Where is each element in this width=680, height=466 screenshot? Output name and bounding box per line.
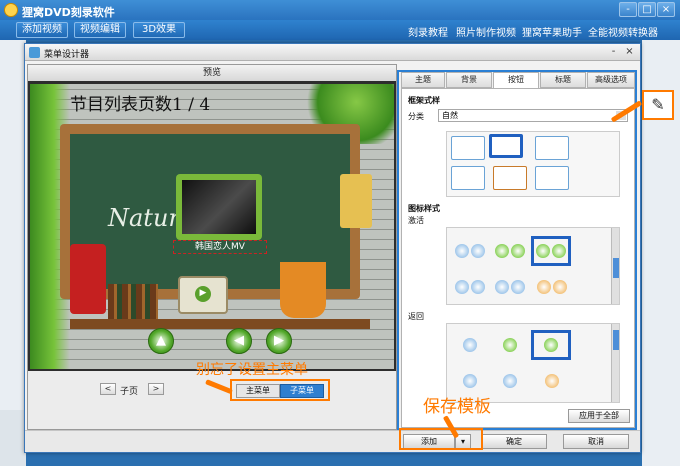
frame-thumb[interactable] [493, 166, 527, 190]
left-arrow-icon[interactable]: ◀ [226, 328, 252, 354]
home-icon[interactable]: ▲ [148, 328, 174, 354]
link-apple-helper[interactable]: 狸窝苹果助手 [522, 24, 582, 39]
icon-option-selected[interactable] [531, 236, 571, 266]
next-page-button[interactable]: > [148, 383, 164, 395]
tab-buttons[interactable]: 按钮 [493, 72, 539, 89]
telephone-decoration [70, 244, 106, 314]
close-button[interactable]: × [657, 2, 675, 17]
activate-scrollbar[interactable] [611, 228, 619, 304]
frame-style-heading: 框架式样 [408, 96, 440, 105]
category-select[interactable]: 自然 ▼ [438, 109, 628, 122]
tab-advanced[interactable]: 高级选项 [587, 72, 635, 88]
edit-video-button[interactable]: 视频编辑 [74, 22, 126, 38]
flower-pot-decoration [280, 262, 326, 318]
activate-icon-grid[interactable] [446, 227, 620, 305]
icon-option[interactable] [493, 240, 527, 262]
frame-thumb-selected[interactable] [489, 134, 523, 158]
shelf-decoration [70, 319, 370, 329]
app-title: 狸窝DVD刻录软件 [22, 6, 115, 19]
frame-thumb[interactable] [535, 136, 569, 160]
icon-option[interactable] [535, 370, 569, 392]
books-decoration [108, 284, 158, 324]
page-label: 子页 [120, 387, 139, 397]
link-photo-video[interactable]: 照片制作视频 [456, 24, 516, 39]
link-video-converter[interactable]: 全能视频转换器 [588, 24, 658, 39]
dialog-title: 菜单设计器 [44, 50, 90, 60]
category-label: 分类 [408, 112, 424, 121]
clock-decoration [340, 174, 372, 228]
3d-effect-button[interactable]: 3D效果 [133, 22, 185, 38]
cancel-button[interactable]: 取消 [563, 434, 629, 449]
tab-background[interactable]: 背景 [446, 72, 492, 88]
return-scrollbar[interactable] [611, 324, 619, 402]
dialog-minimize-button[interactable]: - [607, 46, 620, 59]
button-settings-pane: 主题 背景 按钮 标题 高级选项 框架式样 分类 自然 ▼ 图标样式 激活 [397, 70, 637, 430]
menu-page-count[interactable]: 节目列表页数1 / 4 [70, 90, 210, 115]
video-item-label[interactable]: 韩国恋人MV [173, 240, 267, 254]
play-icon[interactable]: ▶ [195, 286, 211, 302]
icon-option[interactable] [535, 276, 569, 298]
preview-pane: 预览 节目列表页数1 / 4 Nature 韩国恋人MV ▶ ▲ ◀ ▶ 别忘了… [27, 64, 397, 430]
sub-menu-tab[interactable]: 子菜单 [280, 384, 324, 398]
icon-option[interactable] [493, 276, 527, 298]
return-icon-grid[interactable] [446, 323, 620, 403]
menu-preview-canvas[interactable]: 节目列表页数1 / 4 Nature 韩国恋人MV ▶ ▲ ◀ ▶ [30, 84, 394, 369]
menu-switch-highlight: 主菜单 子菜单 [230, 379, 330, 401]
app-icon [4, 3, 18, 17]
category-value: 自然 [442, 111, 458, 120]
apply-all-button[interactable]: 应用于全部 [568, 409, 630, 423]
tab-theme[interactable]: 主题 [401, 72, 445, 88]
icon-style-heading: 图标样式 [408, 204, 440, 213]
frame-thumb[interactable] [535, 166, 569, 190]
preview-pager: 别忘了设置主菜单 < 子页 > 主菜单 子菜单 [28, 362, 396, 429]
title-bar: 狸窝DVD刻录软件 - □ × [0, 0, 680, 20]
icon-option[interactable] [453, 240, 487, 262]
icon-option[interactable] [453, 334, 487, 356]
menu-designer-dialog: 菜单设计器 - × 预览 节目列表页数1 / 4 Nature 韩国恋人MV ▶… [24, 43, 641, 453]
edit-icon[interactable]: ✎ [642, 90, 674, 120]
background-bottom-bar [0, 410, 26, 466]
frame-style-grid [446, 131, 620, 197]
tab-title[interactable]: 标题 [540, 72, 586, 88]
dialog-footer: 添加 ▾ 确定 取消 [25, 430, 640, 452]
icon-option[interactable] [493, 334, 527, 356]
maximize-button[interactable]: □ [638, 2, 656, 17]
dialog-close-button[interactable]: × [623, 46, 636, 59]
dialog-icon [29, 47, 40, 58]
settings-tabs: 主题 背景 按钮 标题 高级选项 [401, 72, 637, 89]
preview-header: 预览 [28, 65, 396, 81]
scrollbar-thumb[interactable] [613, 258, 619, 278]
return-label: 返回 [408, 312, 424, 321]
right-arrow-icon[interactable]: ▶ [266, 328, 292, 354]
prev-page-button[interactable]: < [100, 383, 116, 395]
save-template-hint: 保存模板 [423, 397, 491, 417]
frame-thumb[interactable] [451, 166, 485, 190]
ok-button[interactable]: 确定 [481, 434, 547, 449]
tab-content: 框架式样 分类 自然 ▼ 图标样式 激活 [401, 88, 635, 428]
add-button-highlight [399, 428, 483, 450]
main-menu-hint: 别忘了设置主菜单 [196, 362, 308, 378]
menu-bar: 添加视频 视频编辑 3D效果 刻录教程 照片制作视频 狸窝苹果助手 全能视频转换… [0, 20, 680, 40]
icon-option[interactable] [453, 370, 487, 392]
dialog-title-bar: 菜单设计器 - × [25, 44, 640, 61]
link-burn-tutorial[interactable]: 刻录教程 [408, 24, 448, 39]
icon-option[interactable] [493, 370, 527, 392]
icon-option[interactable] [453, 276, 487, 298]
background-left-panel [0, 40, 26, 466]
add-video-button[interactable]: 添加视频 [16, 22, 68, 38]
frame-thumb[interactable] [451, 136, 485, 160]
minimize-button[interactable]: - [619, 2, 637, 17]
activate-label: 激活 [408, 216, 424, 225]
icon-option-selected[interactable] [531, 330, 571, 360]
scrollbar-thumb[interactable] [613, 330, 619, 350]
hint-arrow [205, 379, 233, 395]
main-menu-tab[interactable]: 主菜单 [236, 384, 280, 398]
video-thumbnail[interactable] [182, 180, 256, 234]
